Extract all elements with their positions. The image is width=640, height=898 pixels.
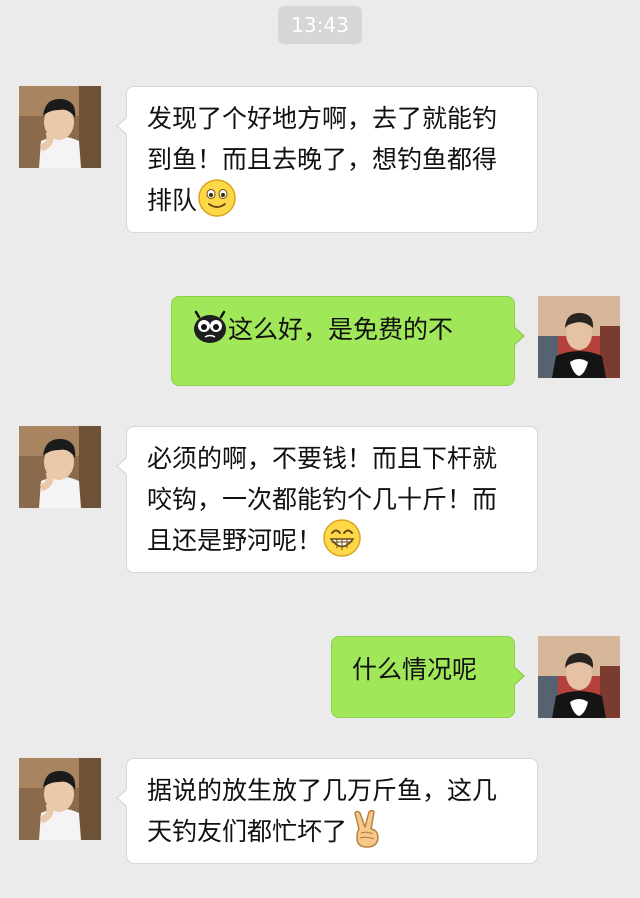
victory-hand-emoji-icon xyxy=(347,809,387,849)
outgoing-message-bubble[interactable]: 这么好，是免费的不 xyxy=(171,296,525,386)
my-avatar[interactable] xyxy=(538,636,620,718)
grin-emoji-icon xyxy=(322,518,362,558)
smile-emoji-icon xyxy=(197,178,237,218)
incoming-message-bubble[interactable]: 发现了个好地方啊，去了就能钓到鱼！而且去晚了，想钓鱼都得排队 xyxy=(116,86,538,233)
contact-avatar[interactable] xyxy=(19,426,101,508)
incoming-message-bubble[interactable]: 必须的啊，不要钱！而且下杆就咬钩，一次都能钓个几十斤！而且还是野河呢！ xyxy=(116,426,538,573)
contact-avatar[interactable] xyxy=(19,758,101,840)
contact-avatar[interactable] xyxy=(19,86,101,168)
outgoing-message-bubble[interactable]: 什么情况呢 xyxy=(331,636,525,718)
message-text: 据说的放生放了几万斤鱼，这几天钓友们都忙坏了 xyxy=(147,776,498,846)
message-text: 什么情况呢 xyxy=(352,655,478,684)
incoming-message-bubble[interactable]: 据说的放生放了几万斤鱼，这几天钓友们都忙坏了 xyxy=(116,758,538,864)
bug-eyed-emoji-icon xyxy=(192,309,228,345)
message-text: 这么好，是免费的不 xyxy=(228,315,454,344)
timestamp-badge: 13:43 xyxy=(278,6,362,44)
my-avatar[interactable] xyxy=(538,296,620,378)
